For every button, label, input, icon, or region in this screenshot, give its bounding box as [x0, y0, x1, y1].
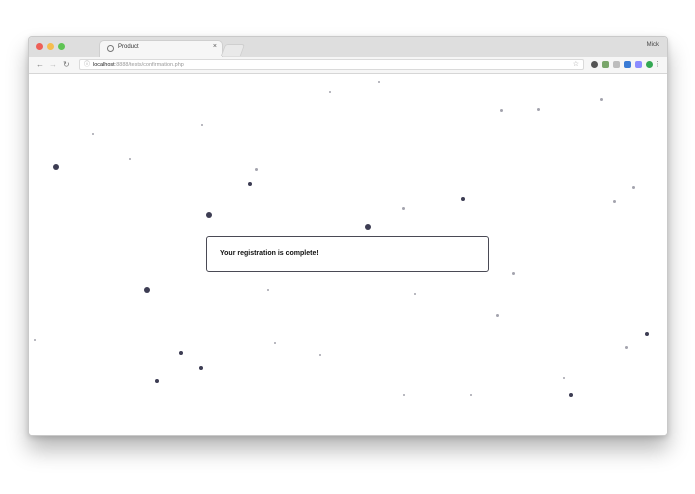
background-dot [274, 342, 276, 344]
extension-icon-3[interactable] [613, 61, 620, 68]
zoom-window-button[interactable] [58, 43, 65, 50]
background-dot [512, 272, 515, 275]
tab-product[interactable]: Product × [99, 40, 223, 57]
background-dot [179, 351, 183, 355]
background-dot [470, 394, 472, 396]
background-dot [625, 346, 628, 349]
background-dot [600, 98, 603, 101]
page-viewport: Your registration is complete! [29, 74, 667, 435]
background-dot [537, 108, 540, 111]
bookmark-star-icon[interactable]: ☆ [573, 60, 579, 69]
background-dot [632, 186, 635, 189]
forward-icon[interactable]: → [49, 59, 57, 71]
background-dot [129, 158, 131, 160]
background-dot [365, 224, 371, 230]
background-dot [496, 314, 499, 317]
tab-title: Product [118, 44, 139, 50]
new-tab-button[interactable] [220, 44, 246, 56]
browser-menu-icon[interactable]: ⋮ [654, 60, 661, 69]
close-tab-icon[interactable]: × [213, 43, 217, 51]
background-dot [402, 207, 405, 210]
browser-toolbar: ← → ↻ ⓘ localhost:8888/tests/confirmatio… [29, 57, 667, 74]
background-dot [500, 109, 503, 112]
background-dot [144, 287, 150, 293]
extension-icon-6[interactable] [646, 61, 653, 68]
confirmation-message: Your registration is complete! [220, 250, 319, 257]
background-dot [414, 293, 416, 295]
info-icon[interactable]: ⓘ [84, 61, 90, 69]
browser-window: Product × Mick ← → ↻ ⓘ localhost:8888/te… [28, 36, 668, 436]
background-dot [201, 124, 203, 126]
confirmation-box: Your registration is complete! [206, 236, 489, 272]
background-dot [34, 339, 36, 341]
extension-icon-5[interactable] [635, 61, 642, 68]
background-dot [378, 81, 380, 83]
background-dot [563, 377, 565, 379]
minimize-window-button[interactable] [47, 43, 54, 50]
profile-name[interactable]: Mick [647, 42, 659, 48]
background-dot [155, 379, 159, 383]
background-dot [319, 354, 321, 356]
reload-icon[interactable]: ↻ [63, 59, 70, 71]
close-window-button[interactable] [36, 43, 43, 50]
background-dot [199, 366, 203, 370]
url-text[interactable]: localhost:8888/tests/confirmation.php [93, 61, 184, 69]
url-path: :8888/tests/confirmation.php [114, 62, 184, 68]
background-dot [248, 182, 252, 186]
extension-icon-1[interactable] [591, 61, 598, 68]
background-dot [267, 289, 269, 291]
background-dot [613, 200, 616, 203]
background-dot [645, 332, 649, 336]
background-dot [255, 168, 258, 171]
background-dot [92, 133, 94, 135]
background-dot [569, 393, 573, 397]
back-icon[interactable]: ← [36, 59, 44, 71]
background-dot [461, 197, 465, 201]
background-dot [53, 164, 59, 170]
background-dot [403, 394, 405, 396]
background-dot [206, 212, 212, 218]
extension-icon-4[interactable] [624, 61, 631, 68]
url-host: localhost [93, 62, 115, 68]
tab-bar: Product × Mick [29, 37, 667, 58]
page-icon [107, 45, 114, 52]
address-bar[interactable]: ⓘ localhost:8888/tests/confirmation.php … [79, 59, 584, 70]
background-dot [329, 91, 331, 93]
extension-icon-2[interactable] [602, 61, 609, 68]
